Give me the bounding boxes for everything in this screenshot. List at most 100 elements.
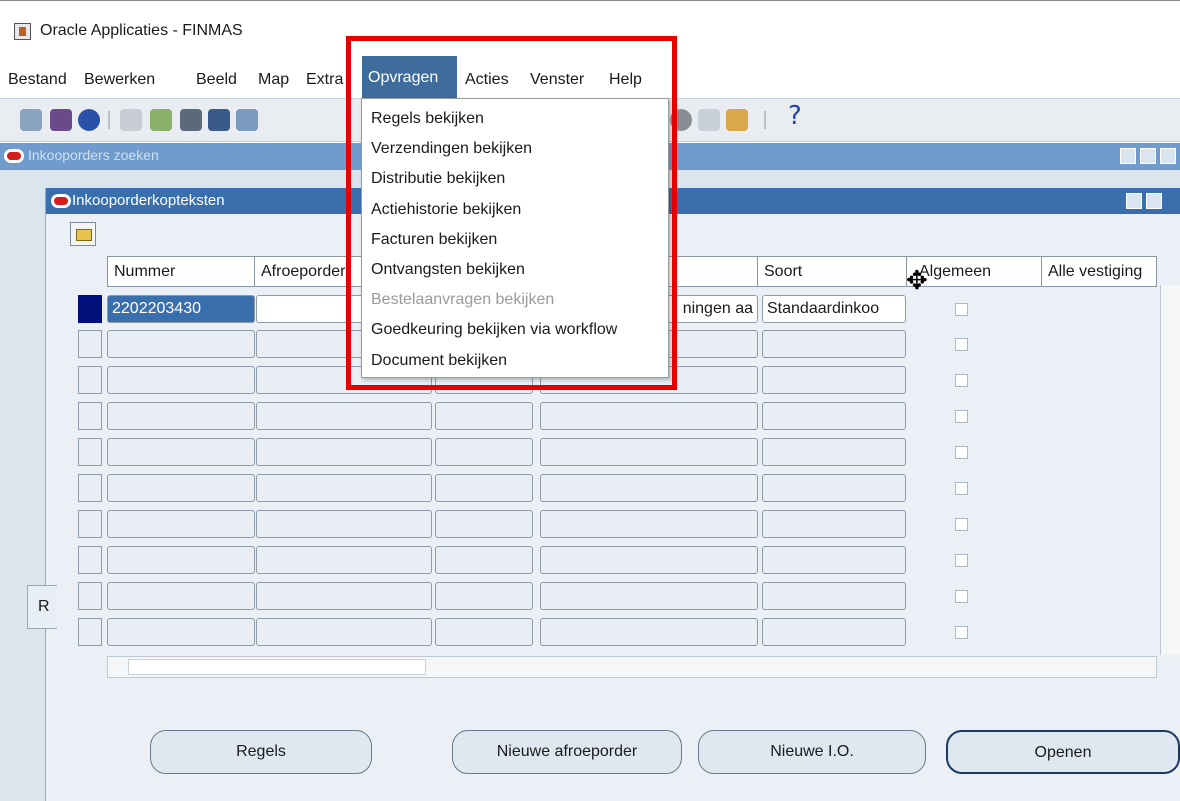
print-icon[interactable] xyxy=(180,109,202,131)
maximize-icon[interactable] xyxy=(1140,148,1156,164)
soort-field[interactable] xyxy=(762,618,906,646)
nummer-field[interactable] xyxy=(107,330,255,358)
menuitem-facturen-bekijken[interactable]: Facturen bekijken xyxy=(371,231,497,249)
paperclip-icon[interactable] xyxy=(698,109,720,131)
nummer-field[interactable] xyxy=(107,582,255,610)
nieuwe-io-button[interactable]: Nieuwe I.O. xyxy=(698,730,926,774)
col3-field[interactable] xyxy=(435,438,533,466)
col4-field[interactable] xyxy=(540,510,758,538)
row-selector[interactable] xyxy=(78,510,102,538)
menu-venster[interactable]: Venster xyxy=(530,69,584,91)
algemeen-checkbox[interactable] xyxy=(955,410,968,423)
col-header-nummer[interactable]: Nummer xyxy=(107,256,255,287)
new-icon[interactable] xyxy=(20,109,42,131)
row-selector[interactable] xyxy=(78,330,102,358)
col4-field[interactable] xyxy=(540,546,758,574)
menu-beeld[interactable]: Beeld xyxy=(196,69,237,91)
nieuwe-afroeporder-button[interactable]: Nieuwe afroeporder xyxy=(452,730,682,774)
algemeen-checkbox[interactable] xyxy=(955,303,968,316)
menu-extra[interactable]: Extra xyxy=(306,69,343,91)
row-selector[interactable] xyxy=(78,438,102,466)
vertical-scrollbar[interactable] xyxy=(1160,285,1180,655)
col3-field[interactable] xyxy=(435,474,533,502)
algemeen-checkbox[interactable] xyxy=(955,554,968,567)
afroeporder-field[interactable] xyxy=(256,510,432,538)
algemeen-checkbox[interactable] xyxy=(955,338,968,351)
tab-r[interactable]: R xyxy=(27,585,57,629)
menuitem-document-bekijken[interactable]: Document bekijken xyxy=(371,352,507,370)
nummer-field[interactable] xyxy=(107,438,255,466)
nummer-field[interactable]: 2202203430 xyxy=(107,295,255,323)
algemeen-checkbox[interactable] xyxy=(955,590,968,603)
menu-bestand[interactable]: Bestand xyxy=(8,69,67,91)
row-selector[interactable] xyxy=(78,366,102,394)
algemeen-checkbox[interactable] xyxy=(955,626,968,639)
nummer-field[interactable] xyxy=(107,366,255,394)
close-icon[interactable] xyxy=(1160,148,1176,164)
algemeen-checkbox[interactable] xyxy=(955,374,968,387)
close-form-icon[interactable] xyxy=(236,109,258,131)
minimize-icon[interactable] xyxy=(1126,193,1142,209)
soort-field[interactable] xyxy=(762,366,906,394)
menuitem-goedkeuring-workflow[interactable]: Goedkeuring bekijken via workflow xyxy=(371,321,617,339)
menuitem-verzendingen-bekijken[interactable]: Verzendingen bekijken xyxy=(371,140,532,158)
afroeporder-field[interactable] xyxy=(256,474,432,502)
afroeporder-field[interactable] xyxy=(256,402,432,430)
col3-field[interactable] xyxy=(435,510,533,538)
afroeporder-field[interactable] xyxy=(256,546,432,574)
soort-field[interactable]: Standaardinkoo xyxy=(762,295,906,323)
open-icon[interactable] xyxy=(120,109,142,131)
maximize-icon[interactable] xyxy=(1146,193,1162,209)
printer-icon[interactable] xyxy=(208,109,230,131)
nummer-field[interactable] xyxy=(107,510,255,538)
menu-map[interactable]: Map xyxy=(258,69,289,91)
folder-tools-icon[interactable] xyxy=(726,109,748,131)
algemeen-checkbox[interactable] xyxy=(955,446,968,459)
soort-field[interactable] xyxy=(762,438,906,466)
col-header-soort[interactable]: Soort xyxy=(757,256,907,287)
nummer-field[interactable] xyxy=(107,474,255,502)
soort-field[interactable] xyxy=(762,474,906,502)
menuitem-regels-bekijken[interactable]: Regels bekijken xyxy=(371,110,484,128)
soort-field[interactable] xyxy=(762,330,906,358)
menu-acties[interactable]: Acties xyxy=(465,69,509,91)
soort-field[interactable] xyxy=(762,546,906,574)
algemeen-checkbox[interactable] xyxy=(955,482,968,495)
col4-field[interactable] xyxy=(540,474,758,502)
col3-field[interactable] xyxy=(435,546,533,574)
col4-field[interactable] xyxy=(540,438,758,466)
algemeen-checkbox[interactable] xyxy=(955,518,968,531)
menuitem-distributie-bekijken[interactable]: Distributie bekijken xyxy=(371,170,505,188)
menu-bewerken[interactable]: Bewerken xyxy=(84,69,155,91)
openen-button[interactable]: Openen xyxy=(946,730,1180,774)
afroeporder-field[interactable] xyxy=(256,582,432,610)
row-selector[interactable] xyxy=(78,618,102,646)
row-selector[interactable] xyxy=(78,295,102,323)
col-header-alle-vestigingen[interactable]: Alle vestiging xyxy=(1041,256,1157,287)
afroeporder-field[interactable] xyxy=(256,438,432,466)
afroeporder-field[interactable] xyxy=(256,618,432,646)
soort-field[interactable] xyxy=(762,510,906,538)
nummer-field[interactable] xyxy=(107,546,255,574)
soort-field[interactable] xyxy=(762,582,906,610)
menuitem-actiehistorie-bekijken[interactable]: Actiehistorie bekijken xyxy=(371,201,521,219)
minimize-icon[interactable] xyxy=(1120,148,1136,164)
globe-icon[interactable] xyxy=(78,109,100,131)
attachment-status-icon[interactable] xyxy=(670,109,692,131)
row-selector[interactable] xyxy=(78,402,102,430)
nummer-field[interactable] xyxy=(107,618,255,646)
horizontal-scrollbar[interactable] xyxy=(107,656,1157,678)
row-selector[interactable] xyxy=(78,582,102,610)
soort-field[interactable] xyxy=(762,402,906,430)
save-icon[interactable] xyxy=(150,109,172,131)
nummer-field[interactable] xyxy=(107,402,255,430)
scrollbar-thumb[interactable] xyxy=(128,659,426,675)
col3-field[interactable] xyxy=(435,618,533,646)
menu-opvragen[interactable]: Opvragen xyxy=(368,69,438,87)
navigator-icon[interactable] xyxy=(50,109,72,131)
menu-help[interactable]: Help xyxy=(609,69,642,91)
regels-button[interactable]: Regels xyxy=(150,730,372,774)
col3-field[interactable] xyxy=(435,402,533,430)
col4-field[interactable] xyxy=(540,582,758,610)
row-selector[interactable] xyxy=(78,546,102,574)
